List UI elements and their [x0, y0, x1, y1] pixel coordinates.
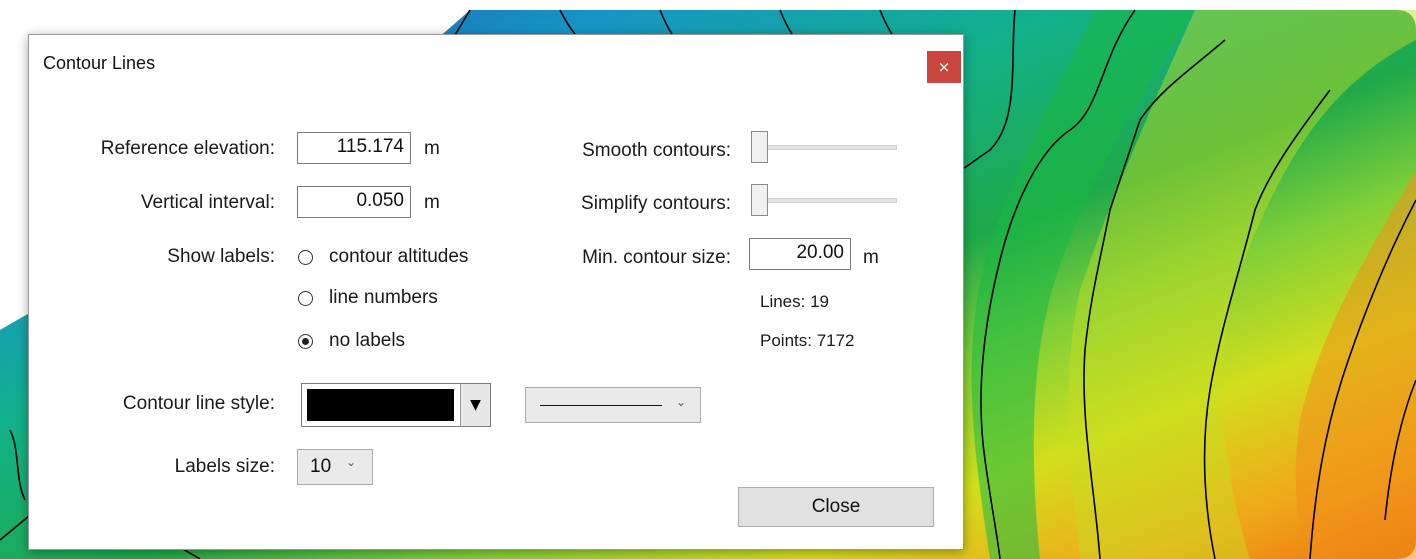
radio-line-numbers-label[interactable]: line numbers — [329, 287, 438, 309]
close-button[interactable]: Close — [738, 487, 934, 527]
smooth-contours-slider[interactable] — [751, 145, 897, 150]
chevron-down-icon: ⌄ — [346, 455, 357, 469]
simplify-contours-label: Simplify contours: — [581, 193, 731, 214]
close-icon[interactable]: × — [927, 51, 961, 83]
points-count: Points: 7172 — [760, 331, 855, 350]
smooth-contours-label: Smooth contours: — [582, 140, 731, 161]
min-contour-size-field[interactable]: 20.00 — [749, 238, 851, 270]
line-style-select[interactable]: ⌄ — [525, 387, 701, 423]
simplify-contours-slider-thumb[interactable] — [751, 184, 768, 216]
simplify-contours-slider[interactable] — [751, 198, 897, 203]
radio-contour-altitudes-label[interactable]: contour altitudes — [329, 246, 468, 268]
caret-down-icon[interactable]: ▼ — [460, 384, 490, 426]
show-labels-label: Show labels: — [167, 246, 275, 267]
smooth-contours-slider-thumb[interactable] — [751, 131, 768, 163]
contour-lines-dialog: Contour Lines × Reference elevation: 115… — [28, 34, 964, 550]
line-color-swatch — [307, 389, 454, 421]
labels-size-label: Labels size: — [174, 456, 275, 477]
reference-elevation-field[interactable]: 115.174 — [297, 132, 411, 164]
vertical-interval-unit: m — [424, 192, 440, 213]
chevron-down-icon: ⌄ — [676, 395, 687, 409]
contour-line-style-label: Contour line style: — [122, 393, 275, 414]
screen: Contour Lines × Reference elevation: 115… — [0, 0, 1416, 559]
reference-elevation-label: Reference elevation: — [100, 138, 275, 159]
min-contour-size-label: Min. contour size: — [582, 247, 731, 268]
min-contour-size-unit: m — [863, 247, 879, 268]
radio-no-labels[interactable] — [298, 334, 313, 349]
labels-size-select[interactable]: 10 ⌄ — [297, 449, 373, 485]
radio-contour-altitudes[interactable] — [298, 250, 313, 265]
line-style-sample — [540, 405, 662, 406]
labels-size-value: 10 — [310, 456, 332, 477]
line-color-select[interactable]: ▼ — [301, 383, 491, 427]
dialog-title: Contour Lines — [43, 53, 156, 73]
radio-no-labels-label[interactable]: no labels — [329, 330, 405, 352]
reference-elevation-unit: m — [424, 138, 440, 159]
vertical-interval-label: Vertical interval: — [140, 192, 275, 213]
lines-count: Lines: 19 — [760, 292, 829, 311]
vertical-interval-field[interactable]: 0.050 — [297, 186, 411, 218]
radio-line-numbers[interactable] — [298, 291, 313, 306]
